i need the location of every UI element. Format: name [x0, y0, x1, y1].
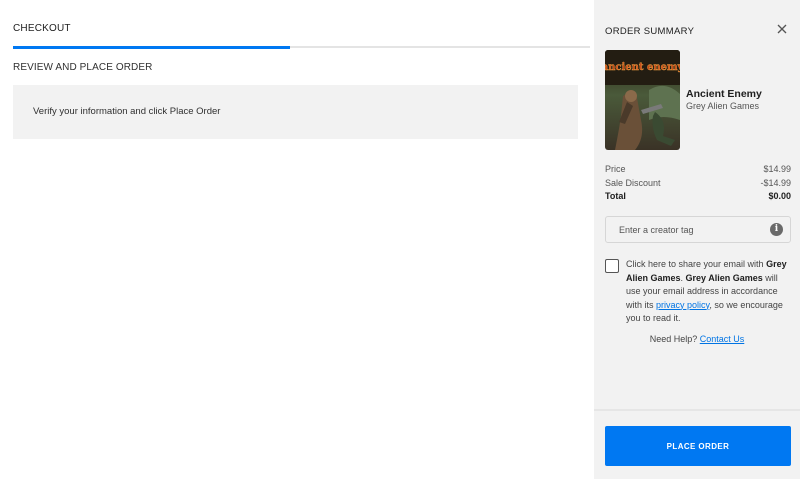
help-line: Need Help? Contact Us: [594, 334, 800, 344]
discount-value: -$14.99: [760, 178, 791, 188]
summary-footer: PLACE ORDER: [594, 409, 800, 479]
section-title: REVIEW AND PLACE ORDER: [13, 62, 153, 73]
total-label: Total: [605, 191, 626, 201]
checkout-pane: CHECKOUT REVIEW AND PLACE ORDER Verify y…: [0, 0, 594, 479]
summary-title: ORDER SUMMARY: [605, 26, 695, 37]
privacy-policy-link[interactable]: privacy policy: [656, 300, 709, 310]
checkout-tabbar: CHECKOUT: [13, 0, 590, 49]
game-title: Ancient Enemy: [686, 88, 762, 100]
close-icon[interactable]: [775, 22, 789, 36]
game-cover-art: ancient enemy: [605, 50, 680, 150]
share-email-text: Click here to share your email with Grey…: [626, 259, 787, 323]
progress-fill: [13, 46, 290, 49]
price-value: $14.99: [763, 164, 791, 174]
publisher-name: Grey Alien Games: [685, 272, 763, 283]
info-text: Verify your information and click Place …: [33, 106, 221, 117]
info-box: Verify your information and click Place …: [13, 85, 578, 139]
order-summary-pane: ORDER SUMMARY ancient enemy Ancient Enem…: [594, 0, 800, 479]
discount-label: Sale Discount: [605, 178, 661, 188]
place-order-button[interactable]: PLACE ORDER: [605, 426, 791, 466]
share-email-checkbox[interactable]: [605, 259, 619, 273]
tab-checkout[interactable]: CHECKOUT: [13, 23, 71, 34]
creator-tag-input[interactable]: [619, 223, 759, 237]
total-value: $0.00: [768, 191, 791, 201]
creator-tag-field[interactable]: i: [605, 216, 791, 243]
contact-us-link[interactable]: Contact Us: [700, 334, 745, 344]
price-label: Price: [605, 164, 626, 174]
cover-art-title: ancient enemy: [605, 62, 680, 73]
game-publisher: Grey Alien Games: [686, 101, 760, 111]
help-text: Need Help?: [649, 334, 698, 344]
info-icon[interactable]: i: [770, 223, 783, 236]
